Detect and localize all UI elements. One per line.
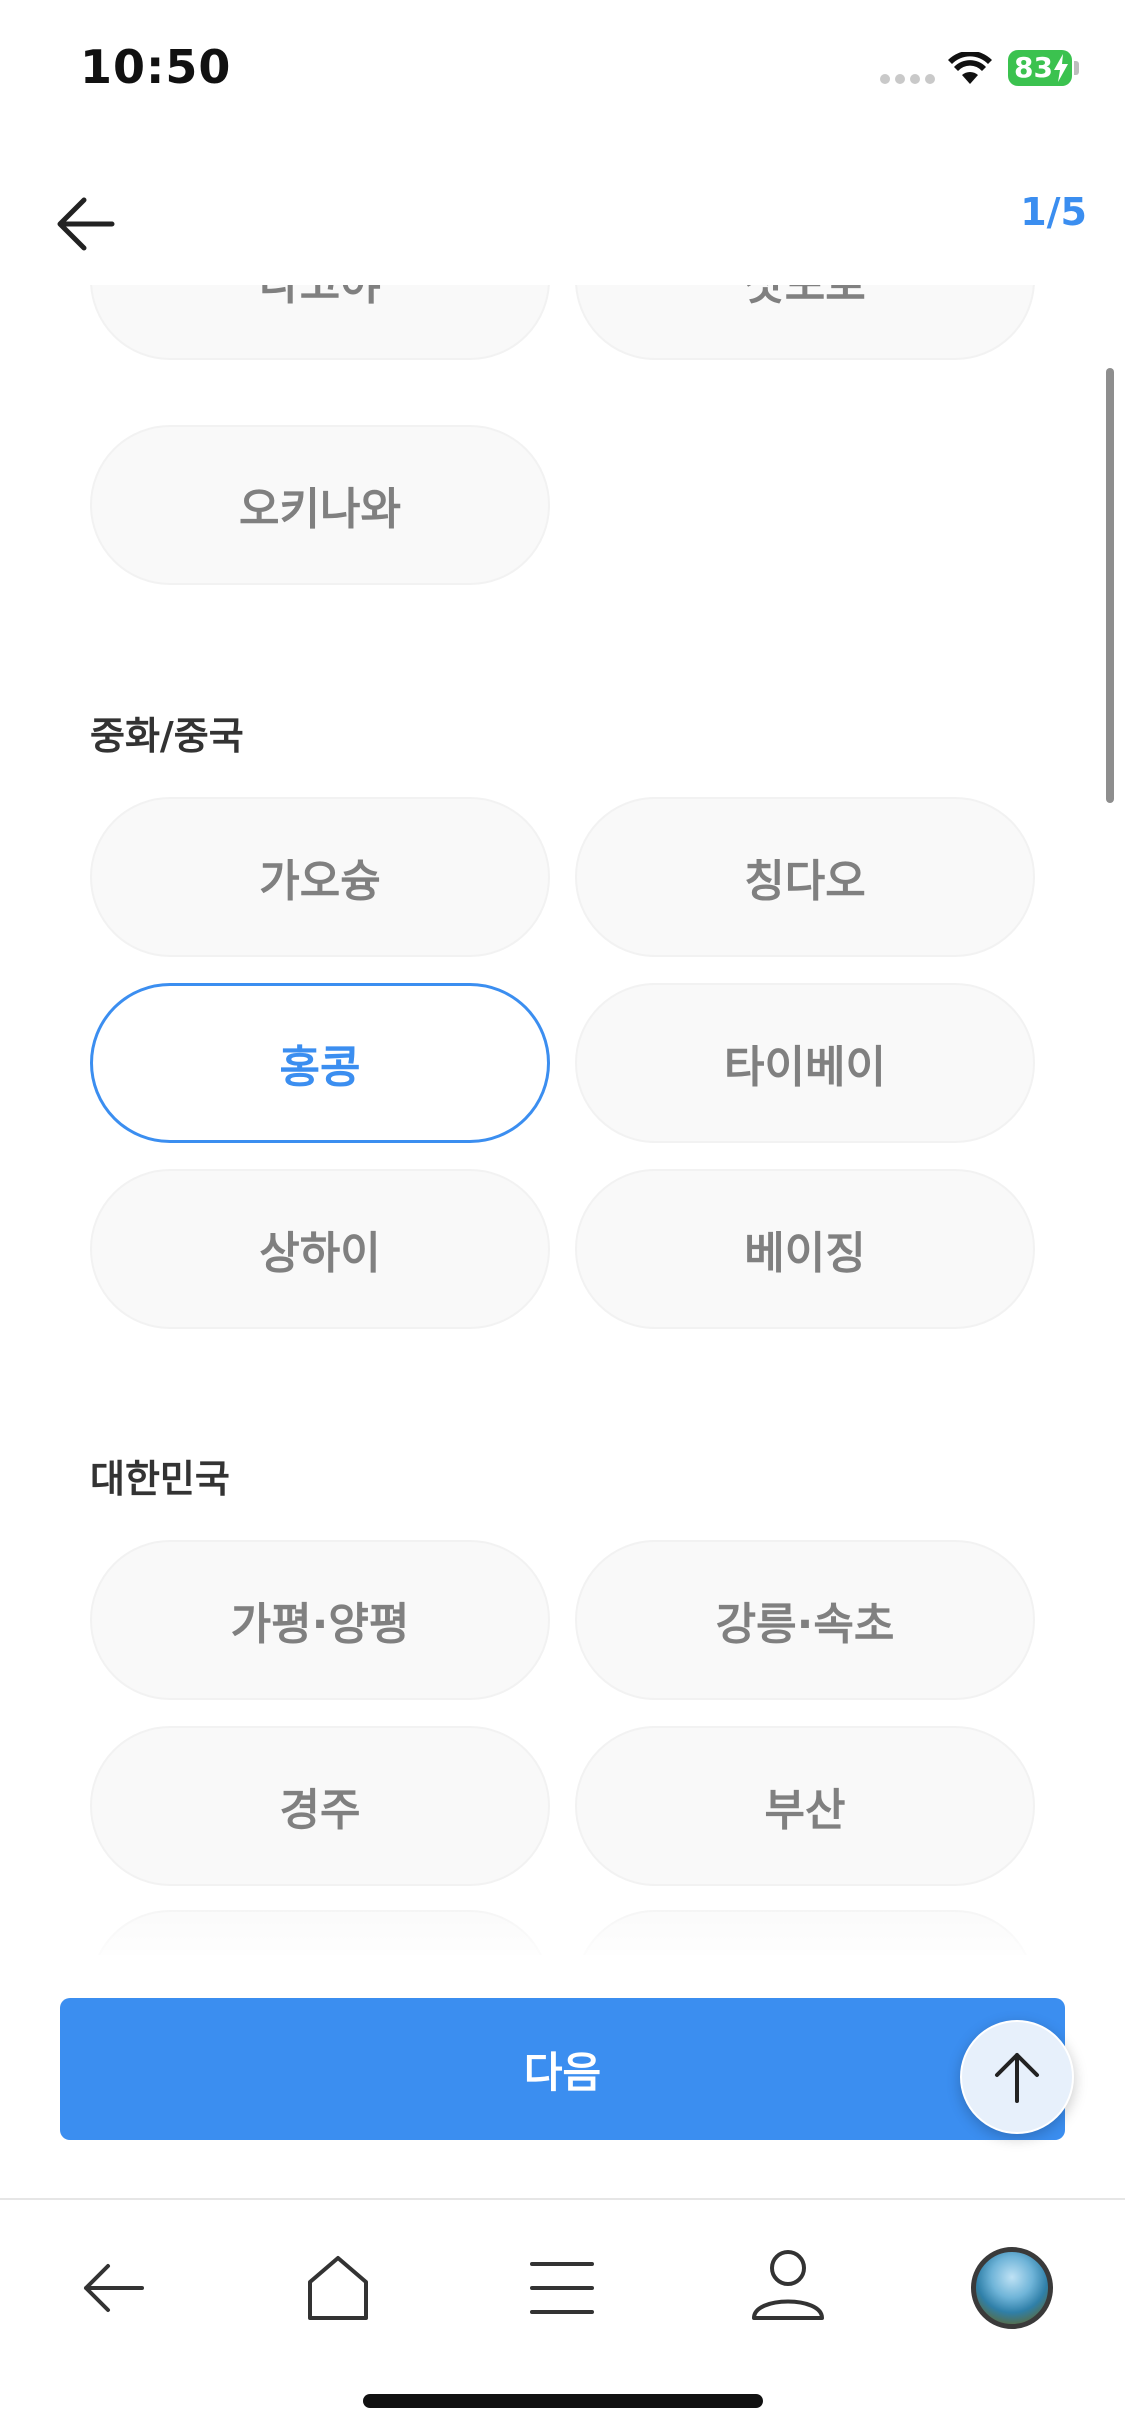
- destination-chip[interactable]: 가오슝: [90, 797, 550, 957]
- destination-chip[interactable]: 나고야: [90, 285, 550, 360]
- status-bar: 10:50 83: [0, 0, 1125, 140]
- destination-chip[interactable]: 베이징: [575, 1169, 1035, 1329]
- destination-chip[interactable]: 경주: [90, 1726, 550, 1886]
- arrow-left-icon: [57, 197, 115, 251]
- section-title-china: 중화/중국: [90, 714, 244, 758]
- charging-bolt-icon: [1054, 54, 1068, 82]
- nav-back-button[interactable]: [64, 2238, 164, 2338]
- home-icon: [308, 2256, 368, 2320]
- back-button[interactable]: [50, 176, 130, 256]
- destination-list: 나고야 삿포로 오키나와 중화/중국 가오슝 칭다오 홍콩 타이베이 상하이 베…: [0, 285, 1125, 1955]
- destination-chip-selected[interactable]: 홍콩: [90, 983, 550, 1143]
- nav-menu-button[interactable]: [512, 2238, 612, 2338]
- scroll-to-top-button[interactable]: [960, 2020, 1074, 2134]
- destination-chip[interactable]: 부산: [575, 1726, 1035, 1886]
- home-indicator: [363, 2394, 763, 2408]
- step-indicator: 1/5: [1020, 190, 1087, 234]
- destination-chip[interactable]: 강릉·속초: [575, 1540, 1035, 1700]
- wifi-icon: [948, 52, 992, 84]
- nav-avatar-button[interactable]: [962, 2238, 1062, 2338]
- section-title-korea: 대한민국: [90, 1457, 230, 1501]
- menu-icon: [530, 2262, 594, 2314]
- destination-chip[interactable]: 타이베이: [575, 983, 1035, 1143]
- destination-chip[interactable]: 오키나와: [90, 425, 550, 585]
- arrow-up-icon: [995, 2053, 1039, 2103]
- nav-home-button[interactable]: [288, 2238, 388, 2338]
- status-time: 10:50: [80, 40, 232, 94]
- battery-cap: [1074, 61, 1079, 75]
- nav-profile-button[interactable]: [738, 2238, 838, 2338]
- user-icon: [752, 2250, 824, 2320]
- screen: 10:50 83 1/5 나고야 삿포로 오키나와 중화/중국: [0, 0, 1125, 2436]
- header: 1/5: [0, 160, 1125, 280]
- next-button[interactable]: 다음: [60, 1998, 1065, 2140]
- list-fade: [0, 1890, 1125, 1970]
- destination-chip[interactable]: 상하이: [90, 1169, 550, 1329]
- destination-chip[interactable]: 삿포로: [575, 285, 1035, 360]
- arrow-left-icon: [84, 2264, 144, 2312]
- avatar: [971, 2247, 1053, 2329]
- cellular-signal-icon: [880, 74, 936, 84]
- destination-chip[interactable]: 칭다오: [575, 797, 1035, 957]
- destination-chip[interactable]: 가평·양평: [90, 1540, 550, 1700]
